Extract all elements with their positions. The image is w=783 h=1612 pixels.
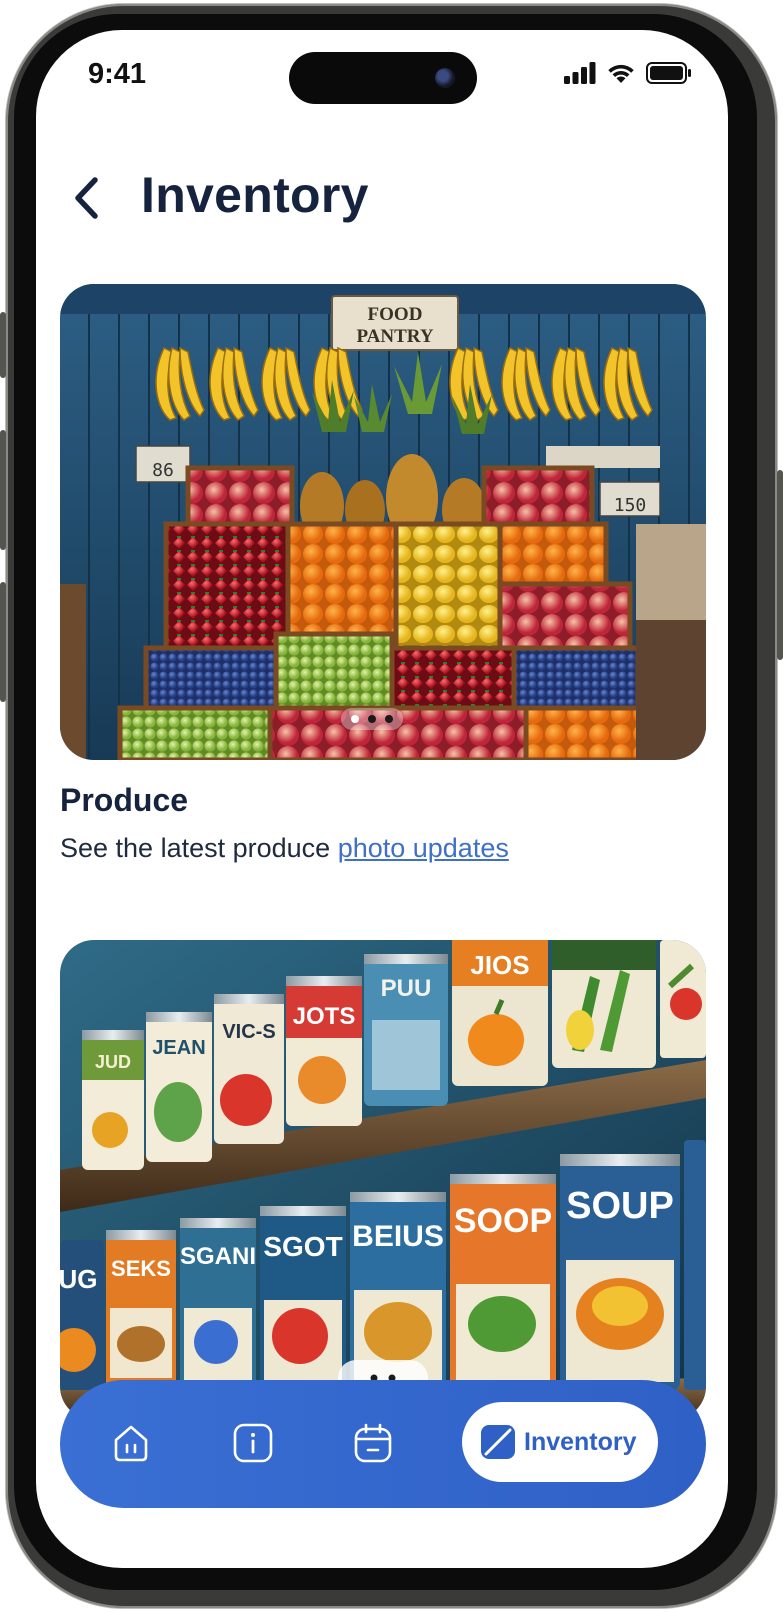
home-icon (114, 1425, 148, 1462)
front-camera (435, 68, 455, 88)
volume-down-button (0, 582, 6, 702)
nav-home-button[interactable] (108, 1420, 154, 1466)
can-label-7: UG (60, 1264, 98, 1294)
back-button[interactable] (66, 170, 106, 226)
can-label-11: BEIUS (352, 1220, 444, 1253)
can-label-3: VIC-S (222, 1021, 275, 1043)
bottom-navigation: Inventory (60, 1380, 706, 1508)
canned-goods-photo[interactable]: JUD JEAN VIC-S JOTS PUU JIOS UG SEKS SGA… (60, 940, 706, 1420)
can-label-4: JOTS (293, 1003, 356, 1030)
can-label-1: JUD (95, 1052, 131, 1072)
status-time: 9:41 (88, 58, 147, 90)
nav-calendar-button[interactable] (350, 1420, 396, 1466)
nav-inventory-button[interactable]: Inventory (462, 1402, 658, 1482)
nav-info-button[interactable] (230, 1420, 276, 1466)
page-title: Inventory (141, 167, 369, 223)
status-icons (564, 62, 692, 84)
inventory-icon (481, 1425, 515, 1459)
chevron-left-icon (75, 177, 98, 219)
mute-switch (0, 312, 6, 378)
can-label-12: SOOP (454, 1202, 552, 1240)
info-icon (233, 1423, 273, 1463)
nav-inventory-label: Inventory (524, 1427, 637, 1456)
produce-photo[interactable]: FOOD PANTRY 86 150 (60, 284, 706, 760)
dynamic-island (289, 52, 477, 104)
signal-icon (564, 62, 596, 84)
sign-line-2: PANTRY (356, 326, 433, 347)
sign-line-1: FOOD (368, 304, 423, 325)
section-description-text: See the latest produce (60, 833, 338, 863)
carousel-dot-2[interactable] (368, 715, 376, 723)
can-label-2: JEAN (152, 1037, 205, 1059)
battery-icon (646, 62, 691, 84)
can-label-8: SEKS (111, 1256, 171, 1281)
can-label-13: SOUP (566, 1185, 674, 1227)
can-label-6: JIOS (470, 950, 529, 980)
volume-up-button (0, 430, 6, 550)
can-label-5: PUU (381, 975, 432, 1002)
calendar-icon (354, 1423, 392, 1463)
power-button (777, 470, 783, 660)
wifi-icon (608, 64, 634, 83)
carousel-dot-1[interactable] (351, 715, 359, 723)
can-label-10: SGOT (263, 1231, 342, 1262)
price-tag-left: 86 (152, 460, 174, 481)
can-label-9: SGANI (180, 1243, 256, 1270)
price-tag-right: 150 (614, 495, 647, 516)
section-description: See the latest produce photo updates (60, 833, 509, 864)
section-title-produce: Produce (60, 782, 189, 818)
app-screen: 9:41 Inventory FOOD PANTRY 86 150 Produc… (36, 30, 728, 1568)
carousel-dot-3[interactable] (385, 715, 393, 723)
carousel-indicator[interactable] (341, 708, 403, 730)
photo-updates-link[interactable]: photo updates (338, 833, 509, 863)
